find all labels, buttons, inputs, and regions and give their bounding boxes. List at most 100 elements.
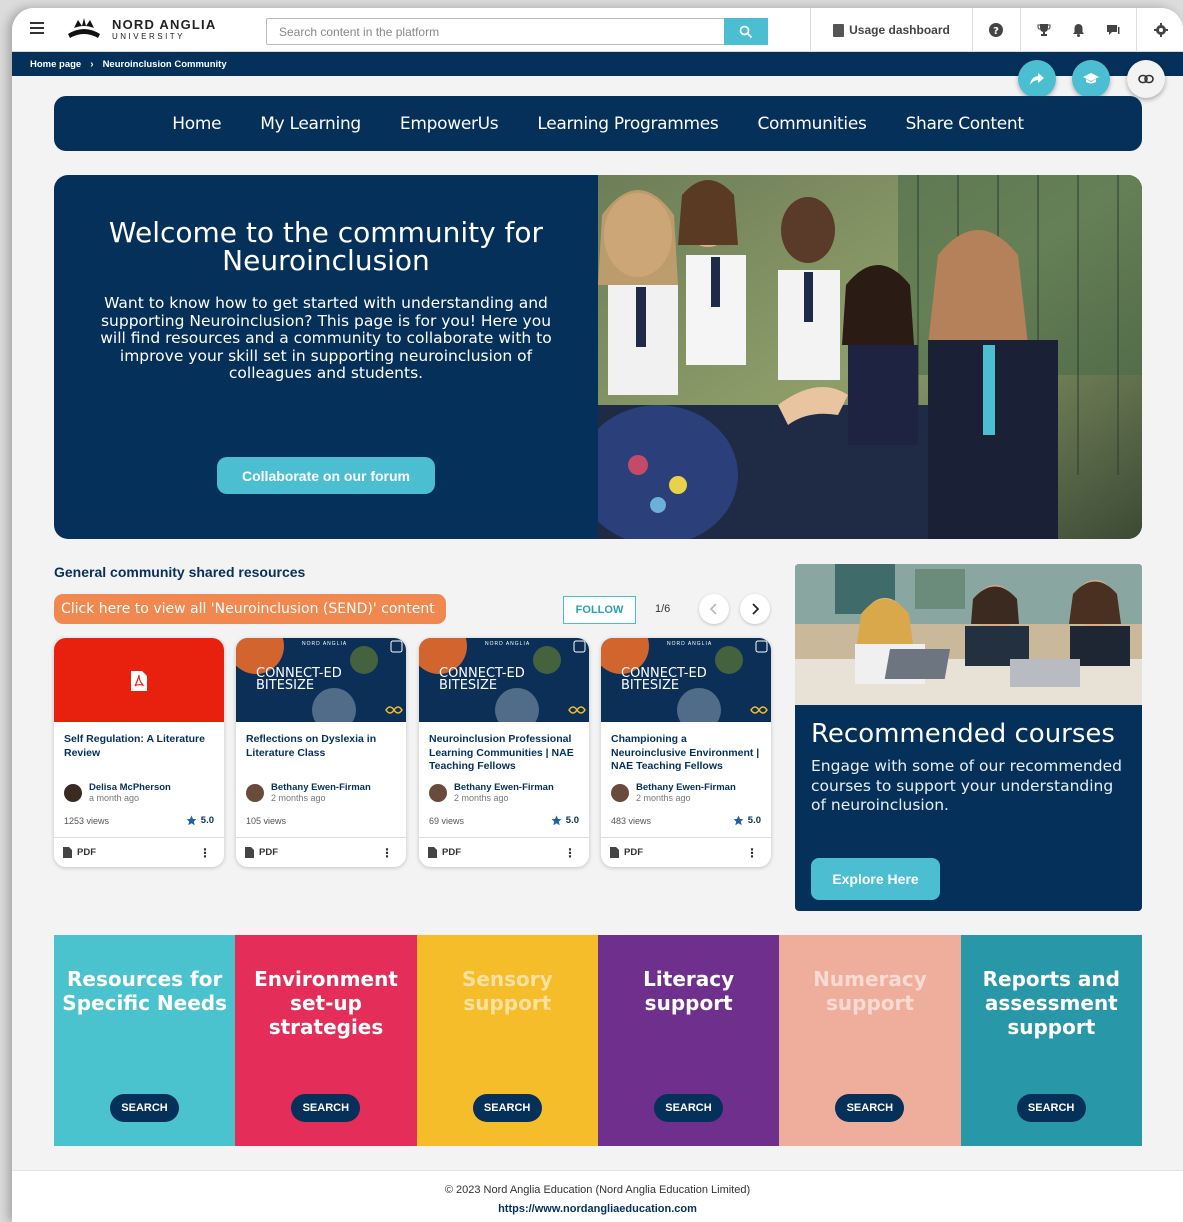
card-title: Self Regulation: A Literature Review: [64, 733, 205, 759]
carousel-prev-button[interactable]: [699, 594, 729, 624]
link-icon: [1138, 74, 1154, 84]
author-name[interactable]: Bethany Ewen-Firman: [271, 782, 371, 793]
recommended-courses-panel: Recommended courses Engage with some of …: [795, 564, 1142, 911]
tile-title: Sensory support: [461, 967, 553, 1015]
resource-card[interactable]: NORD ANGLIA CONNECT-ED BITESIZE Neuroincl…: [419, 638, 589, 867]
resource-card[interactable]: Self Regulation: A Literature Review Del…: [54, 638, 224, 867]
rating-value: 5.0: [747, 815, 761, 826]
messages-button[interactable]: [1090, 8, 1136, 52]
menu-icon[interactable]: [30, 22, 44, 34]
author-name[interactable]: Delisa McPherson: [89, 782, 171, 793]
nav-my-learning[interactable]: My Learning: [260, 114, 361, 134]
author-time: 2 months ago: [271, 793, 326, 803]
chevron-left-icon: [710, 603, 717, 615]
more-vertical-icon[interactable]: ⋮: [381, 846, 393, 860]
avatar: [429, 784, 447, 802]
nav-communities[interactable]: Communities: [757, 114, 866, 134]
avatar: [64, 784, 82, 802]
author-time: 2 months ago: [636, 793, 691, 803]
card-rating: 5.0: [186, 815, 214, 826]
students-photo-image: [598, 175, 1142, 539]
usage-dashboard-label: Usage dashboard: [849, 23, 950, 37]
tile-title: Resources for Specific Needs: [62, 967, 228, 1015]
card-author: Bethany Ewen-Firman 2 months ago: [429, 782, 554, 804]
rating-value: 5.0: [565, 815, 579, 826]
thumb-title: CONNECT-ED BITESIZE: [621, 666, 707, 693]
card-type: PDF: [77, 847, 96, 858]
logo[interactable]: NORD ANGLIA UNIVERSITY: [64, 16, 216, 42]
app-window: NORD ANGLIA UNIVERSITY Usage dashboard ?: [12, 8, 1183, 1222]
nav-learning-programmes[interactable]: Learning Programmes: [537, 114, 718, 134]
hero-photo: [598, 175, 1142, 539]
tile-search-button[interactable]: SEARCH: [291, 1094, 361, 1122]
view-all-content-button[interactable]: Click here to view all 'Neuroinclusion (…: [54, 594, 446, 624]
tile-numeracy: Numeracy support SEARCH: [779, 935, 961, 1146]
help-button[interactable]: ?: [973, 8, 1019, 52]
card-thumbnail: [54, 638, 224, 722]
star-icon: [551, 815, 562, 826]
tile-sensory: Sensory support SEARCH: [416, 935, 598, 1146]
breadcrumb-separator: ›: [90, 58, 94, 70]
resource-card[interactable]: NORD ANGLIA CONNECT-ED BITESIZE Reflectio…: [236, 638, 406, 867]
search-icon: [739, 25, 753, 38]
footer-link[interactable]: https://www.nordangliaeducation.com: [12, 1203, 1183, 1215]
avatar: [611, 784, 629, 802]
card-title: Reflections on Dyslexia in Literature Cl…: [246, 733, 377, 759]
tile-search-button[interactable]: SEARCH: [1016, 1094, 1086, 1122]
breadcrumb: Home page › Neuroinclusion Community: [12, 52, 1183, 76]
card-views: 1253 views: [64, 816, 110, 826]
author-name[interactable]: Bethany Ewen-Firman: [636, 782, 736, 793]
chat-icon: [1107, 24, 1120, 35]
author-name[interactable]: Bethany Ewen-Firman: [454, 782, 554, 793]
file-icon: [610, 847, 619, 858]
tile-search-button[interactable]: SEARCH: [110, 1094, 179, 1122]
card-type: PDF: [442, 847, 461, 858]
more-vertical-icon[interactable]: ⋮: [564, 846, 576, 860]
copy-link-button[interactable]: [1127, 60, 1165, 98]
usage-dashboard-button[interactable]: Usage dashboard: [810, 8, 973, 52]
card-views: 105 views: [246, 816, 287, 826]
tile-search-button[interactable]: SEARCH: [653, 1094, 723, 1122]
enrol-button[interactable]: [1072, 60, 1110, 98]
thumb-brand: NORD ANGLIA: [302, 641, 348, 647]
follow-button[interactable]: FOLLOW: [563, 596, 636, 624]
resource-card[interactable]: NORD ANGLIA CONNECT-ED BITESIZE Championi…: [601, 638, 771, 867]
tile-search-button[interactable]: SEARCH: [472, 1094, 542, 1122]
recommended-title: Recommended courses: [811, 719, 1115, 749]
classroom-photo-image: [795, 564, 1142, 705]
graduation-cap-icon: [1083, 73, 1099, 84]
breadcrumb-home[interactable]: Home page: [30, 59, 81, 70]
help-icon: ?: [989, 23, 1003, 37]
card-author: Bethany Ewen-Firman 2 months ago: [246, 782, 371, 804]
tile-reports: Reports and assessment support SEARCH: [960, 935, 1142, 1146]
carousel-page-indicator: 1/6: [655, 603, 671, 615]
card-thumbnail: NORD ANGLIA CONNECT-ED BITESIZE: [236, 638, 406, 722]
file-icon: [245, 847, 254, 858]
collaborate-forum-button[interactable]: Collaborate on our forum: [217, 457, 435, 494]
tile-search-button[interactable]: SEARCH: [835, 1094, 905, 1122]
settings-icon: [1154, 23, 1168, 37]
nav-empowerus[interactable]: EmpowerUs: [400, 114, 499, 134]
author-time: a month ago: [89, 793, 140, 803]
tile-title: Literacy support: [643, 967, 735, 1015]
card-author: Delisa McPherson a month ago: [64, 782, 171, 804]
search-input[interactable]: [267, 19, 723, 44]
hero-banner: Welcome to the community for Neuroinclus…: [54, 175, 1142, 539]
nav-share-content[interactable]: Share Content: [906, 114, 1024, 134]
pdf-icon: [131, 671, 147, 691]
explore-here-button[interactable]: Explore Here: [811, 858, 940, 900]
recommended-description: Engage with some of our recommended cour…: [811, 757, 1123, 814]
search-button[interactable]: [724, 18, 768, 45]
tile-literacy: Literacy support SEARCH: [597, 935, 780, 1146]
star-icon: [186, 815, 197, 826]
card-type: PDF: [259, 847, 278, 858]
nav-home[interactable]: Home: [172, 114, 221, 134]
search-bar: [266, 18, 768, 45]
share-button[interactable]: [1018, 60, 1056, 98]
carousel-next-button[interactable]: [740, 594, 770, 624]
settings-button[interactable]: [1138, 8, 1183, 52]
more-vertical-icon[interactable]: ⋮: [746, 846, 758, 860]
more-vertical-icon[interactable]: ⋮: [199, 846, 211, 860]
logo-title: NORD ANGLIA: [112, 16, 217, 32]
share-icon: [1030, 73, 1044, 85]
